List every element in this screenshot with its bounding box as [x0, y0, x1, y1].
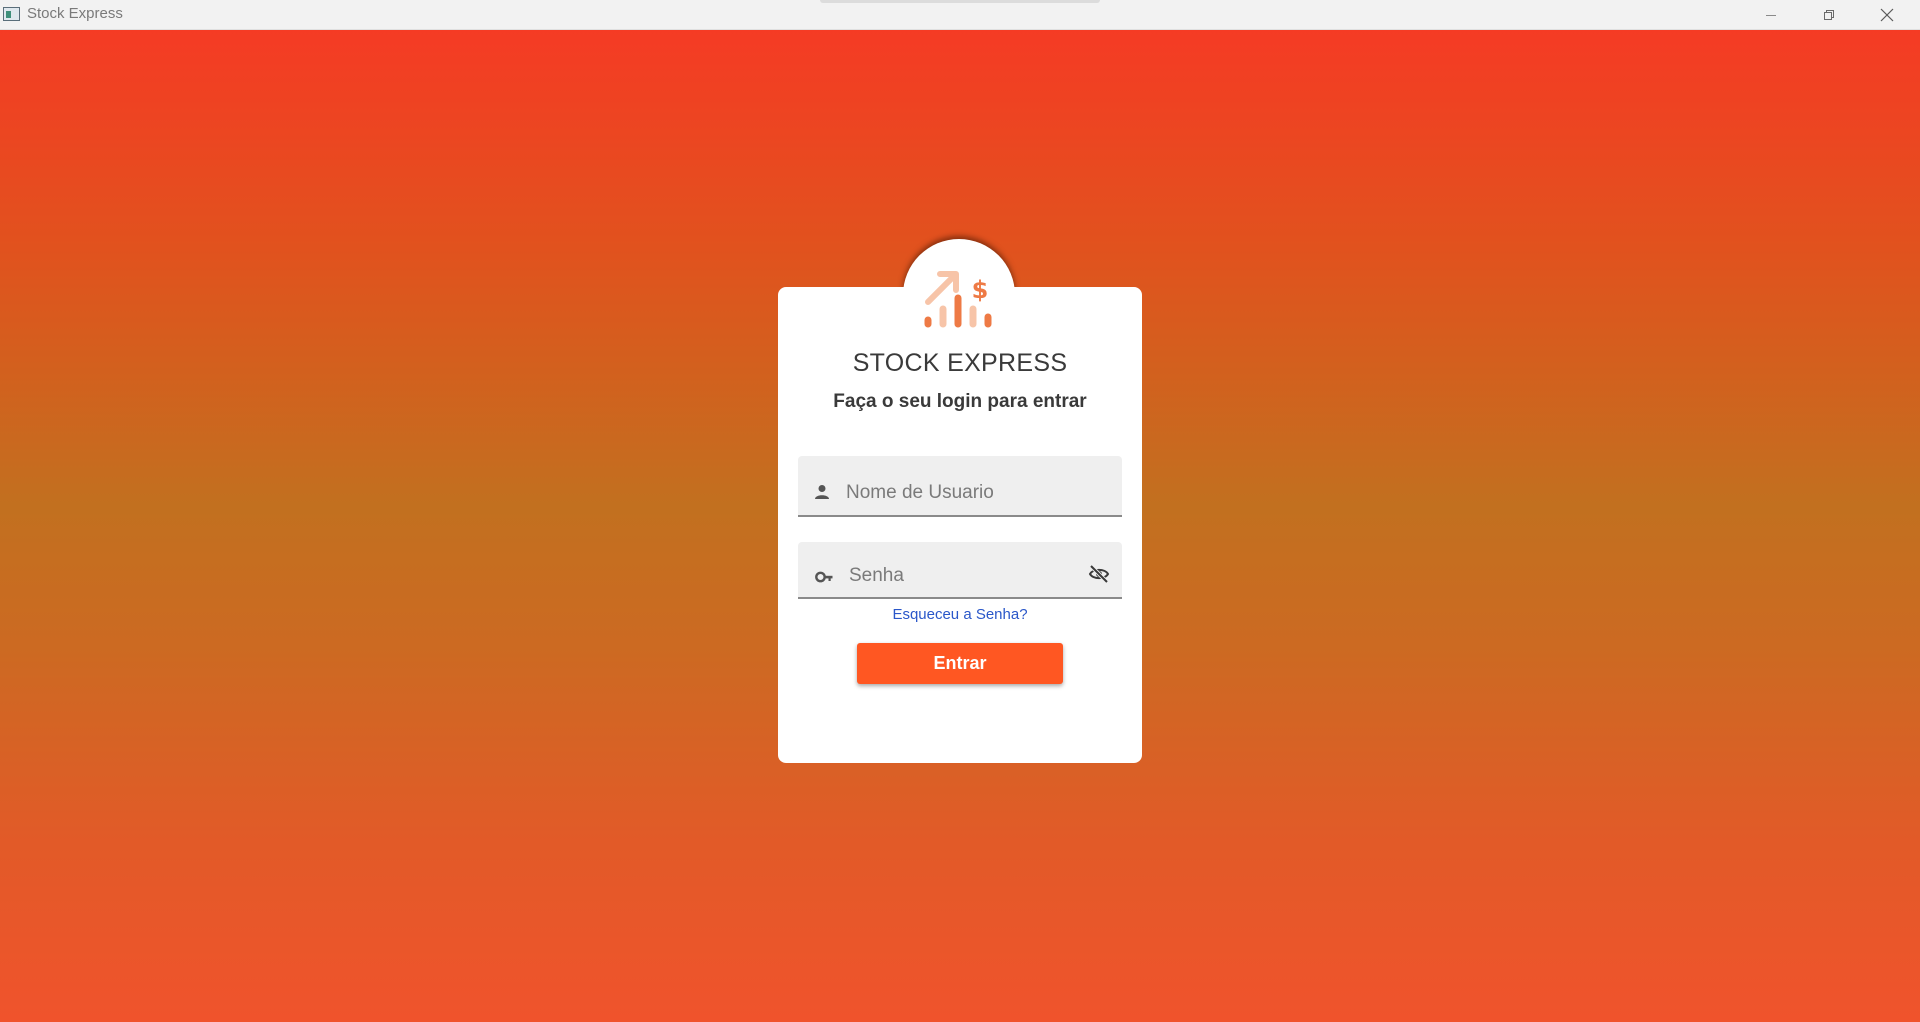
svg-text:$: $: [972, 276, 989, 304]
minimize-button[interactable]: [1742, 0, 1800, 29]
password-field[interactable]: [798, 542, 1122, 599]
key-icon: [815, 571, 833, 583]
app-window-icon: [3, 7, 20, 21]
username-field[interactable]: [798, 456, 1122, 517]
window-title: Stock Express: [27, 5, 123, 22]
eye-off-icon[interactable]: [1088, 564, 1110, 584]
app-name-heading: STOCK EXPRESS: [852, 349, 1068, 377]
maximize-button[interactable]: [1800, 0, 1858, 29]
login-button[interactable]: Entrar: [857, 643, 1063, 684]
login-subtitle: Faça o seu login para entrar: [833, 391, 1087, 412]
title-bar-handle: [820, 0, 1100, 3]
close-icon: [1880, 8, 1894, 21]
forgot-password-link[interactable]: Esqueceu a Senha?: [778, 606, 1142, 623]
person-icon: [815, 485, 829, 499]
maximize-icon: [1824, 9, 1834, 20]
close-button[interactable]: [1858, 0, 1916, 29]
chart-dollar-icon: $: [924, 271, 992, 328]
password-input[interactable]: [849, 563, 1069, 589]
minimize-icon: [1766, 14, 1776, 16]
title-bar[interactable]: Stock Express: [0, 0, 1920, 30]
app-window: Stock Express $ STOCK EXPRESS Faça o seu…: [0, 0, 1920, 1022]
username-input[interactable]: [846, 480, 1106, 506]
